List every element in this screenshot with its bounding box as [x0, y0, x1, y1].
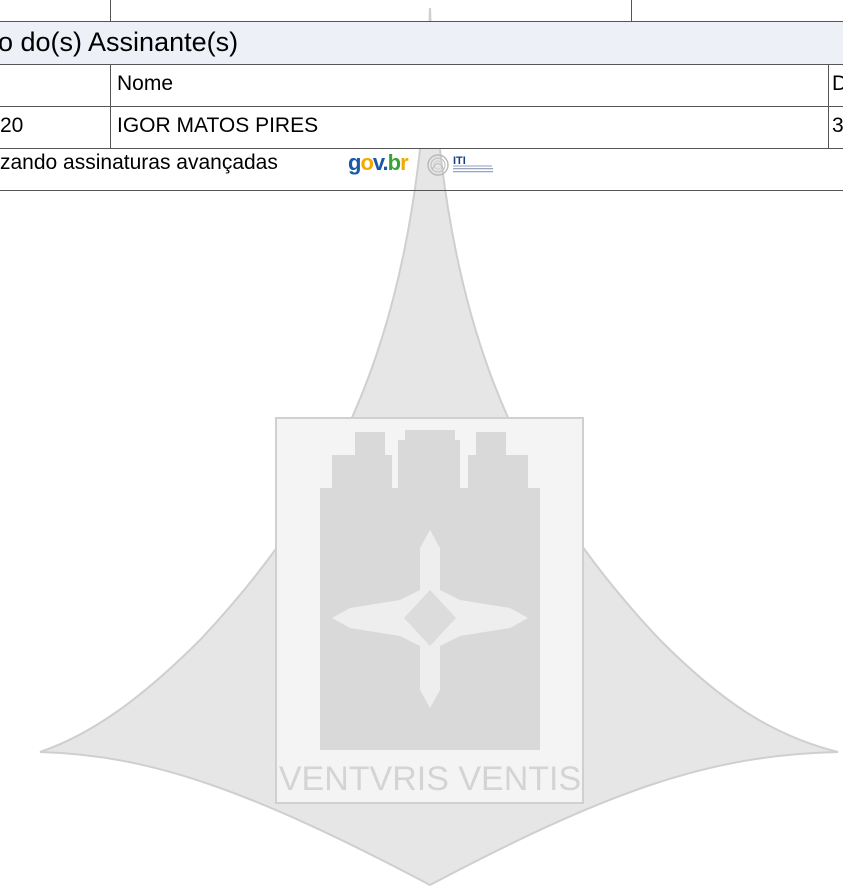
- iti-logo: ITI: [427, 154, 493, 176]
- document-page: VENTVRIS VENTIS o do(s) Assinante(s) Nom…: [0, 0, 843, 890]
- column-divider: [828, 107, 829, 148]
- iti-logo-text: ITI: [453, 155, 466, 167]
- watermark-motto: VENTVRIS VENTIS: [279, 760, 581, 798]
- signer-name: IGOR MATOS PIRES: [117, 114, 319, 137]
- table-header-row: Nome D: [0, 65, 843, 107]
- column-divider: [828, 65, 829, 106]
- signer-date: 3: [832, 114, 843, 137]
- column-divider: [110, 0, 111, 21]
- header-name: Nome: [117, 72, 174, 95]
- header-date: D: [832, 72, 843, 95]
- table-title-row: o do(s) Assinante(s): [0, 22, 843, 65]
- column-divider: [110, 65, 111, 106]
- column-divider: [110, 107, 111, 148]
- footer-text: zando assinaturas avançadas: [0, 151, 278, 174]
- table-title: o do(s) Assinante(s): [0, 27, 239, 57]
- column-divider: [631, 0, 632, 21]
- table-top-row: [0, 0, 843, 22]
- table-row: 20 IGOR MATOS PIRES 3: [0, 107, 843, 149]
- table-footer-row: zando assinaturas avançadas: [0, 149, 843, 191]
- govbr-logo: gov.br: [348, 150, 409, 175]
- signer-id: 20: [0, 114, 24, 137]
